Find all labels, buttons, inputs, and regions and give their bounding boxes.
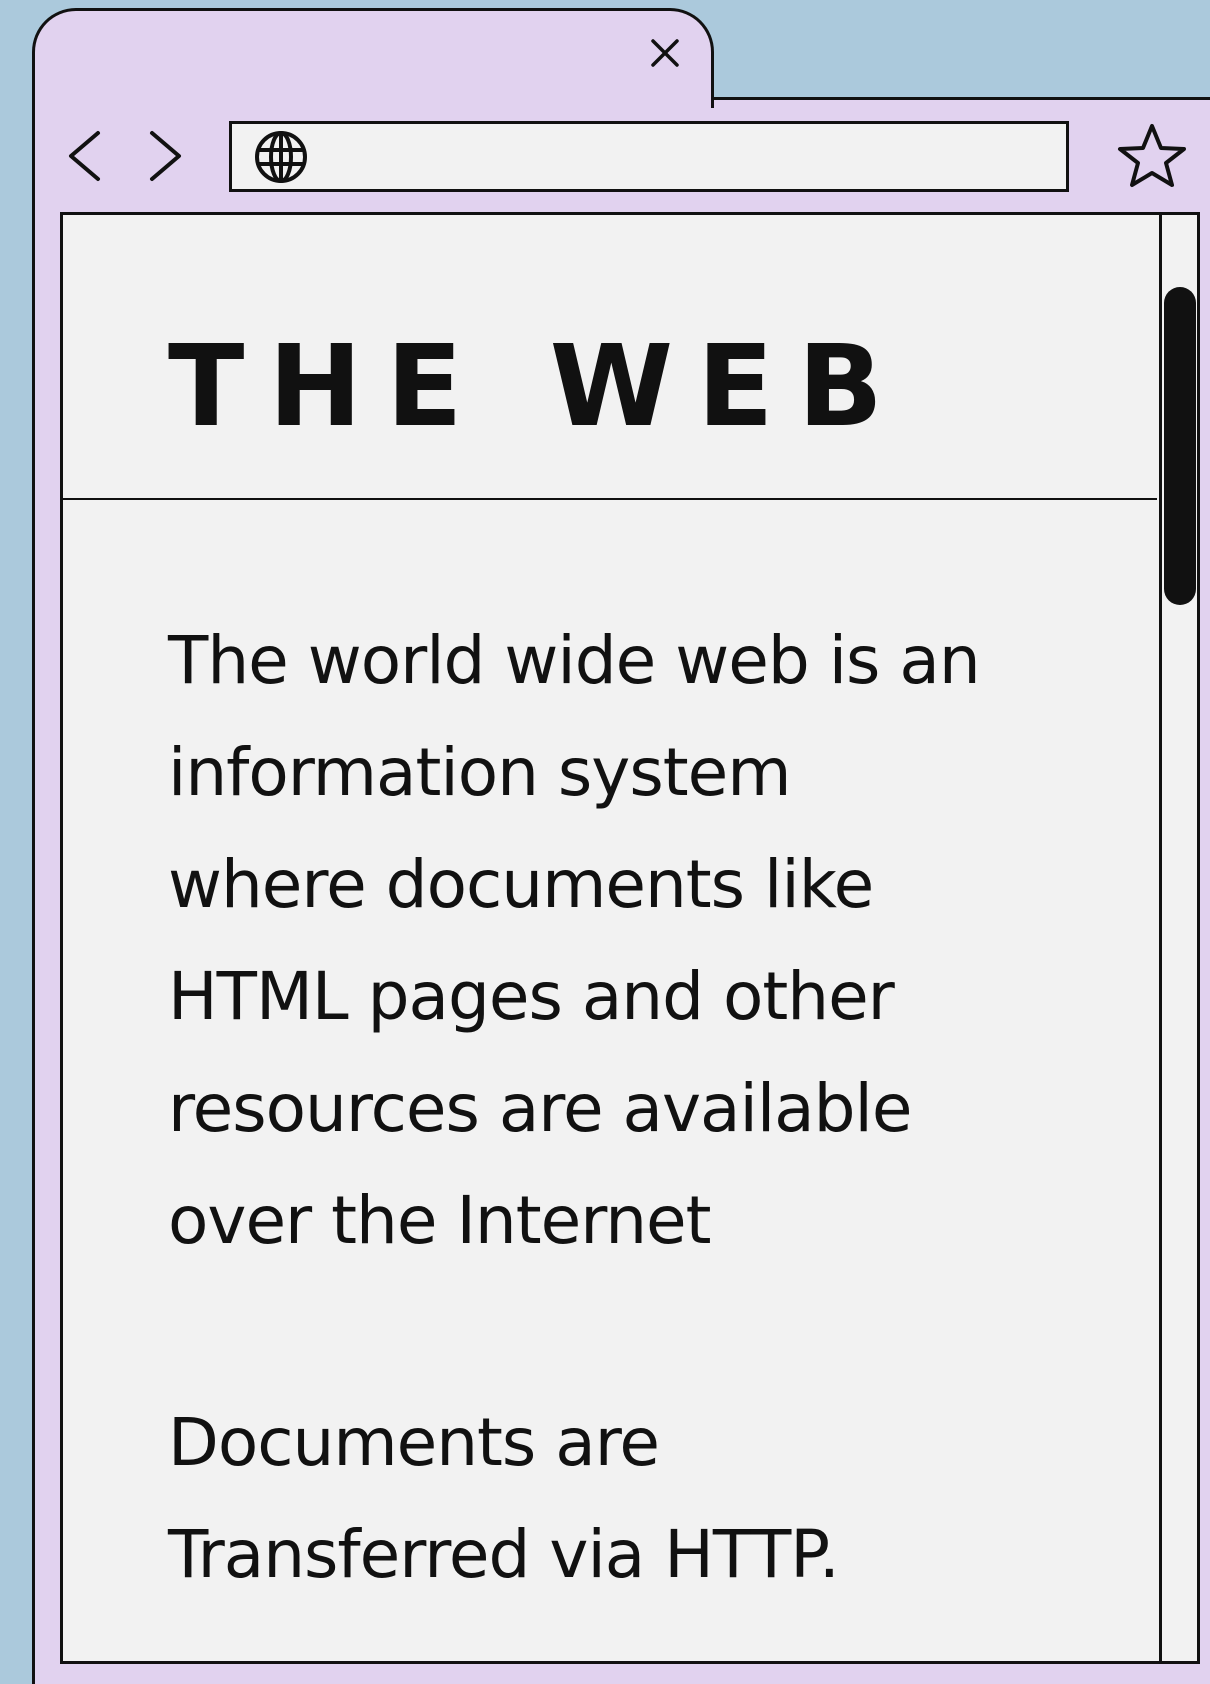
address-bar[interactable] [229, 121, 1069, 192]
scrollbar-thumb[interactable] [1164, 287, 1196, 605]
star-icon[interactable] [1116, 122, 1188, 190]
scrollbar-track[interactable] [1159, 215, 1197, 1661]
page-content[interactable]: THE WEB The world wide web is an informa… [60, 212, 1200, 1664]
title-divider [63, 498, 1157, 500]
chevron-left-icon[interactable] [62, 128, 112, 184]
globe-icon [255, 131, 307, 183]
paragraph-intro: The world wide web is an information sys… [168, 622, 981, 1259]
browser-tab[interactable] [32, 8, 714, 108]
page-title: THE WEB [168, 322, 908, 452]
address-input[interactable] [327, 130, 1056, 186]
chevron-right-icon[interactable] [140, 128, 190, 184]
paragraph-http: Documents are Transferred via HTTP. [168, 1404, 840, 1593]
desktop-background: THE WEB The world wide web is an informa… [0, 0, 1210, 1684]
close-icon[interactable] [648, 36, 682, 70]
